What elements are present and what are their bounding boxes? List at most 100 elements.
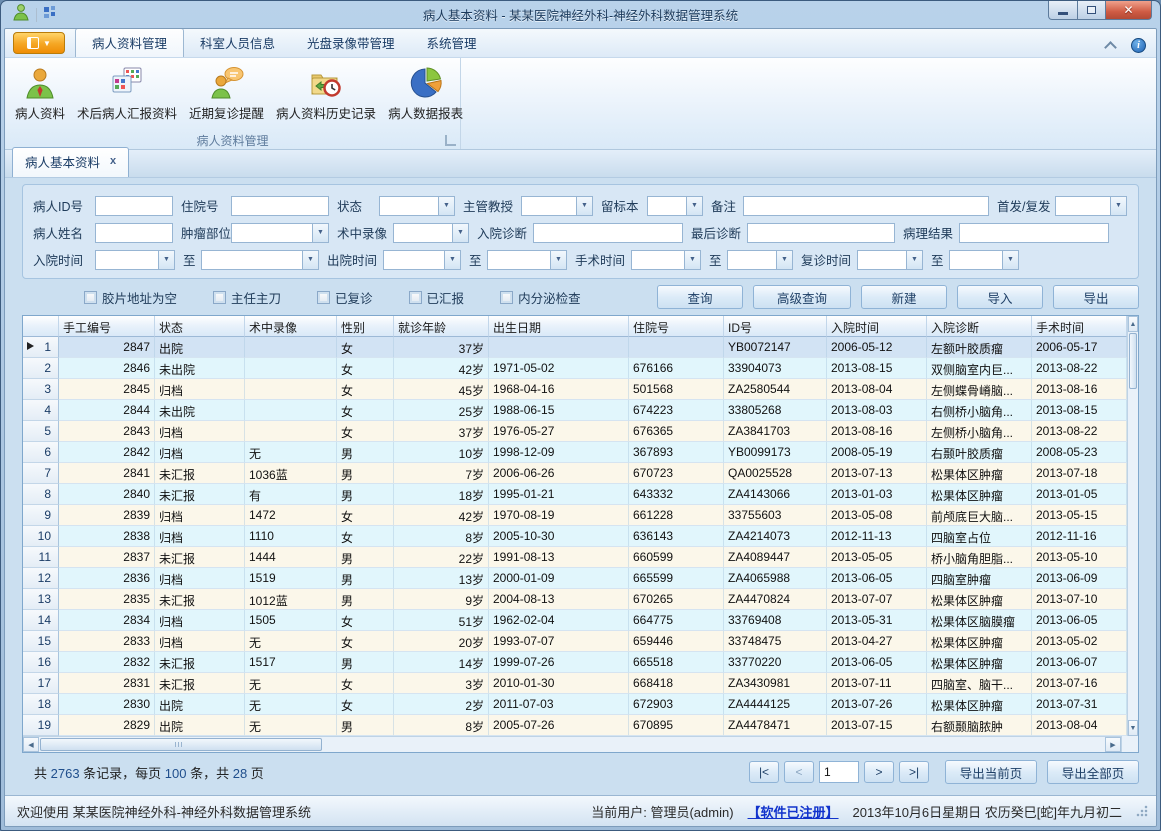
filter-combo-留标本[interactable]: ▼ [647, 196, 703, 216]
horizontal-scrollbar[interactable]: ◀ ▶ [23, 736, 1121, 752]
row-selector[interactable]: 13 [23, 589, 59, 610]
action-button-导入[interactable]: 导入 [957, 285, 1043, 309]
row-selector[interactable]: 7 [23, 463, 59, 484]
filter-combo-复诊时间[interactable]: ▼ [857, 250, 923, 270]
scroll-right-icon[interactable]: ▶ [1105, 737, 1121, 752]
column-header-入院诊断[interactable]: 入院诊断 [927, 316, 1032, 337]
cell[interactable]: 676166 [629, 358, 724, 379]
app-menu-button[interactable]: ▼ [13, 32, 65, 54]
cell[interactable]: 双侧脑室内巨... [927, 358, 1032, 379]
cell[interactable]: 661228 [629, 505, 724, 526]
cell[interactable]: 2013-08-16 [827, 421, 927, 442]
cell[interactable]: 松果体区肿瘤 [927, 463, 1032, 484]
column-header-就诊年龄[interactable]: 就诊年龄 [394, 316, 489, 337]
cell[interactable]: ZA4214073 [724, 526, 827, 547]
row-selector[interactable]: 14 [23, 610, 59, 631]
cell[interactable]: 2833 [59, 631, 155, 652]
cell[interactable]: ZA2580544 [724, 379, 827, 400]
cell[interactable]: 归档 [155, 442, 245, 463]
chevron-down-icon[interactable]: ▼ [684, 250, 701, 270]
cell[interactable]: 出院 [155, 337, 245, 358]
cell[interactable]: 2012-11-16 [1032, 526, 1127, 547]
cell[interactable]: 2013-07-31 [1032, 694, 1127, 715]
cell[interactable]: 2004-08-13 [489, 589, 629, 610]
tab-patient-basic-info[interactable]: 病人基本资料 x [12, 147, 129, 177]
checkbox-胶片地址为空[interactable]: 胶片地址为空 [84, 288, 177, 307]
cell[interactable]: 2840 [59, 484, 155, 505]
chevron-down-icon[interactable]: ▼ [452, 223, 469, 243]
cell[interactable]: 无 [245, 442, 337, 463]
cell[interactable]: 松果体区肿瘤 [927, 589, 1032, 610]
cell[interactable]: 1999-07-26 [489, 652, 629, 673]
cell[interactable]: 男 [337, 547, 394, 568]
action-button-高级查询[interactable]: 高级查询 [753, 285, 851, 309]
cell[interactable]: 1998-12-09 [489, 442, 629, 463]
checkbox-box[interactable] [317, 291, 330, 304]
action-button-查询[interactable]: 查询 [657, 285, 743, 309]
cell[interactable]: 672903 [629, 694, 724, 715]
cell[interactable]: 未出院 [155, 358, 245, 379]
cell[interactable]: 松果体区肿瘤 [927, 631, 1032, 652]
cell[interactable]: 2000-01-09 [489, 568, 629, 589]
cell[interactable]: 男 [337, 568, 394, 589]
cell[interactable]: 2006-05-17 [1032, 337, 1127, 358]
chevron-down-icon[interactable]: ▼ [576, 196, 593, 216]
cell[interactable]: 670723 [629, 463, 724, 484]
cell[interactable]: 2006-06-26 [489, 463, 629, 484]
cell[interactable]: 33805268 [724, 400, 827, 421]
ribbon-button-术后病人汇报资料[interactable]: 术后病人汇报资料 [71, 62, 183, 125]
row-selector[interactable]: 5 [23, 421, 59, 442]
cell[interactable]: 1110 [245, 526, 337, 547]
cell[interactable]: 33755603 [724, 505, 827, 526]
cell[interactable]: 归档 [155, 631, 245, 652]
cell[interactable]: 2831 [59, 673, 155, 694]
cell[interactable]: 2010-01-30 [489, 673, 629, 694]
cell[interactable]: 10岁 [394, 442, 489, 463]
cell[interactable]: 出院 [155, 694, 245, 715]
cell[interactable] [245, 400, 337, 421]
cell[interactable]: 2846 [59, 358, 155, 379]
table-row[interactable]: 32845归档女45岁1968-04-16501568ZA25805442013… [23, 379, 1127, 400]
cell[interactable]: 367893 [629, 442, 724, 463]
cell[interactable]: ZA4089447 [724, 547, 827, 568]
checkbox-box[interactable] [84, 291, 97, 304]
cell[interactable]: 2005-10-30 [489, 526, 629, 547]
horizontal-scroll-thumb[interactable] [40, 738, 322, 751]
table-row[interactable]: 82840未汇报有男18岁1995-01-21643332ZA414306620… [23, 484, 1127, 505]
cell[interactable]: 2847 [59, 337, 155, 358]
chevron-down-icon[interactable]: ▼ [312, 223, 329, 243]
cell[interactable]: 无 [245, 673, 337, 694]
cell[interactable]: 1991-08-13 [489, 547, 629, 568]
cell[interactable]: 2838 [59, 526, 155, 547]
cell[interactable]: 2013-08-22 [1032, 421, 1127, 442]
checkbox-box[interactable] [500, 291, 513, 304]
cell[interactable]: 松果体区肿瘤 [927, 694, 1032, 715]
chevron-down-icon[interactable]: ▼ [158, 250, 175, 270]
chevron-down-icon[interactable]: ▼ [1002, 250, 1019, 270]
table-row[interactable]: 72841未汇报1036蓝男7岁2006-06-26670723QA002552… [23, 463, 1127, 484]
cell[interactable]: 2839 [59, 505, 155, 526]
cell[interactable] [629, 337, 724, 358]
table-row[interactable]: 192829出院无男8岁2005-07-26670895ZA4478471201… [23, 715, 1127, 736]
cell[interactable]: 桥小脑角胆脂... [927, 547, 1032, 568]
cell[interactable]: 女 [337, 631, 394, 652]
cell[interactable]: 2006-05-12 [827, 337, 927, 358]
column-header-手工编号[interactable]: 手工编号 [59, 316, 155, 337]
cell[interactable]: 665518 [629, 652, 724, 673]
cell[interactable]: 45岁 [394, 379, 489, 400]
cell[interactable]: 无 [245, 715, 337, 736]
cell[interactable]: ZA4065988 [724, 568, 827, 589]
cell[interactable]: 归档 [155, 505, 245, 526]
cell[interactable]: 2013-06-05 [827, 568, 927, 589]
cell[interactable]: 2013-07-15 [827, 715, 927, 736]
cell[interactable]: 8岁 [394, 526, 489, 547]
row-selector[interactable]: 6 [23, 442, 59, 463]
column-header-状态[interactable]: 状态 [155, 316, 245, 337]
table-row[interactable]: 172831未汇报无女3岁2010-01-30668418ZA343098120… [23, 673, 1127, 694]
chevron-down-icon[interactable]: ▼ [302, 250, 319, 270]
cell[interactable]: YB0099173 [724, 442, 827, 463]
filter-input-病理结果[interactable] [959, 223, 1109, 243]
cell[interactable]: 1472 [245, 505, 337, 526]
table-row[interactable]: 122836归档1519男13岁2000-01-09665599ZA406598… [23, 568, 1127, 589]
cell[interactable]: 2013-05-02 [1032, 631, 1127, 652]
